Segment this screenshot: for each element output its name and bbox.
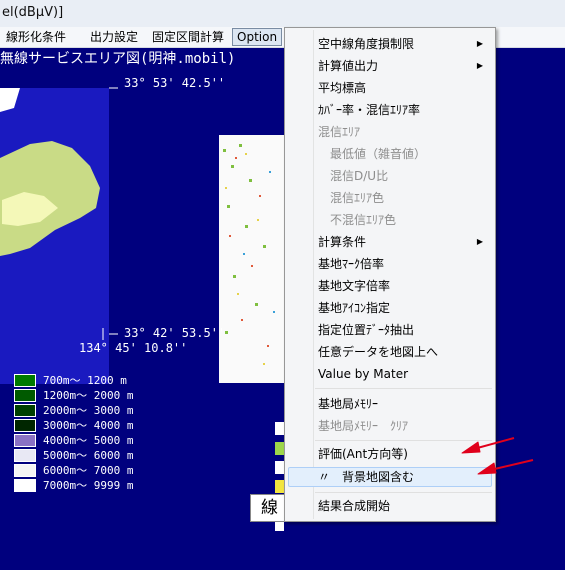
legend-swatch: [14, 449, 36, 462]
menu-item-average-elevation[interactable]: 平均標高: [318, 80, 366, 96]
menu-fixed-section[interactable]: 固定区間計算: [148, 29, 228, 45]
menu-item-evaluation[interactable]: 評価(Ant方向等): [318, 446, 408, 462]
bottom-button[interactable]: 線: [250, 494, 286, 522]
legend-label: 1200m～ 2000 m: [43, 389, 134, 402]
coord-lat-top: 33° 53' 42.5'': [124, 76, 226, 90]
title-bar: el(dBμV)]: [0, 0, 565, 28]
menu-item-base-memory[interactable]: 基地局ﾒﾓﾘｰ: [318, 396, 378, 412]
legend-label: 4000m～ 5000 m: [43, 434, 134, 447]
menu-item-start-result-composite[interactable]: 結果合成開始: [318, 498, 390, 514]
submenu-arrow-icon: ▶: [476, 237, 483, 246]
menu-icon-gutter: [313, 30, 314, 519]
menu-item-base-text-scale[interactable]: 基地文字倍率: [318, 278, 390, 294]
map-title: 無線サービスエリア図(明神.mobil): [0, 51, 236, 67]
menu-item-non-interference-color: 不混信ｴﾘｱ色: [330, 213, 397, 227]
legend-label: 6000m～ 7000 m: [43, 464, 134, 477]
submenu-arrow-icon: ▶: [476, 39, 483, 48]
menu-item-interference-area: 混信ｴﾘｱ: [318, 125, 361, 139]
map-right-panel: [219, 135, 287, 383]
menu-linearize[interactable]: 線形化条件: [2, 29, 70, 45]
legend-swatch: [14, 389, 36, 402]
legend-swatch: [14, 374, 36, 387]
menu-separator: [315, 440, 492, 441]
menu-item-base-icon[interactable]: 基地ｱｲｺﾝ指定: [318, 300, 390, 316]
menu-item-antenna-angle-limit[interactable]: 空中線角度損制限: [318, 36, 414, 52]
menu-item-arbitrary-data[interactable]: 任意データを地図上へ: [318, 344, 438, 360]
window-title: el(dBμV)]: [2, 5, 64, 20]
menu-output-settings[interactable]: 出力設定: [86, 29, 142, 45]
legend-label: 2000m～ 3000 m: [43, 404, 134, 417]
coord-lat-bottom: 33° 42' 53.5'': [124, 326, 226, 340]
legend-label: 700m～ 1200 m: [43, 374, 127, 387]
legend-swatch: [14, 419, 36, 432]
menu-item-calc-output[interactable]: 計算値出力: [318, 58, 378, 74]
legend-swatch: [14, 404, 36, 417]
menu-item-value-by-mater[interactable]: Value by Mater: [318, 366, 408, 382]
coord-lon-bottom: 134° 45' 10.8'': [79, 341, 188, 355]
menu-item-min-noise: 最低値（雑音値）: [330, 147, 427, 161]
submenu-arrow-icon: ▶: [476, 61, 483, 70]
map-right-texture: [219, 135, 287, 383]
menu-item-interference-color: 混信ｴﾘｱ色: [330, 191, 385, 205]
option-dropdown-menu: 空中線角度損制限 ▶ 計算値出力 ▶ 平均標高 ｶﾊﾞｰ率・混信ｴﾘｱ率 混信ｴ…: [284, 27, 496, 522]
menu-item-point-data-extract[interactable]: 指定位置ﾃﾞｰﾀ抽出: [318, 322, 414, 338]
menu-item-coverage-rate[interactable]: ｶﾊﾞｰ率・混信ｴﾘｱ率: [318, 102, 420, 118]
menu-option[interactable]: Option: [232, 28, 283, 46]
menu-item-base-mark-scale[interactable]: 基地ﾏｰｸ倍率: [318, 256, 384, 272]
menu-item-interference-du: 混信D/U比: [330, 169, 389, 183]
legend-swatch: [14, 479, 36, 492]
menu-separator: [315, 492, 492, 493]
legend-swatch: [14, 464, 36, 477]
legend-label: 7000m～ 9999 m: [43, 479, 134, 492]
menu-separator: [315, 388, 492, 389]
legend-label: 5000m～ 6000 m: [43, 449, 134, 462]
legend-label: 3000m～ 4000 m: [43, 419, 134, 432]
menu-item-base-memory-clear: 基地局ﾒﾓﾘｰ ｸﾘｱ: [318, 419, 409, 433]
legend-swatch: [14, 434, 36, 447]
menu-item-calc-conditions[interactable]: 計算条件: [318, 234, 366, 250]
menu-item-evaluation-with-bg-map[interactable]: 〃 背景地図含む: [318, 469, 414, 485]
